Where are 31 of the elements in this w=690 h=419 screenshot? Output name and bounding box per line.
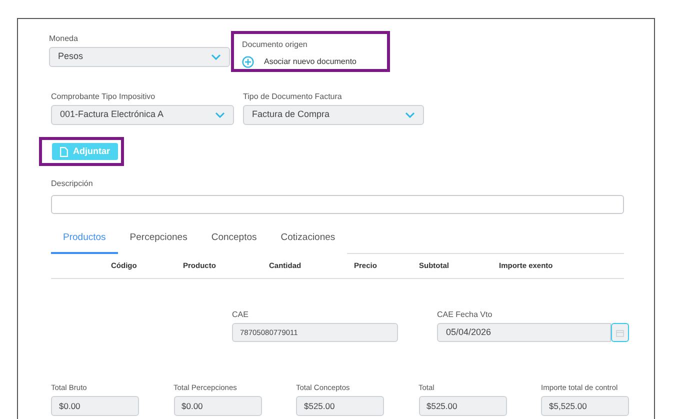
field-label: Comprobante Tipo Impositivo xyxy=(51,91,156,103)
total-field[interactable]: $0.00 xyxy=(174,396,262,416)
field-label: CAE Fecha Vto xyxy=(437,309,494,321)
field-label: Documento origen xyxy=(242,39,308,51)
plus-circle-icon xyxy=(242,56,254,68)
select-value: 001-Factura Electrónica A xyxy=(60,108,164,122)
field-label: Descripción xyxy=(51,178,94,190)
select-field[interactable]: Pesos xyxy=(49,47,230,67)
select-field[interactable]: Factura de Compra xyxy=(243,105,424,125)
select-value: Pesos xyxy=(58,50,84,64)
total-field[interactable]: $0.00 xyxy=(51,396,139,416)
total-field[interactable]: $5,525.00 xyxy=(541,396,629,416)
tab[interactable]: Percepciones xyxy=(118,224,200,254)
calendar-icon xyxy=(616,328,624,336)
tab[interactable]: Cotizaciones xyxy=(268,224,348,254)
total-field[interactable]: $525.00 xyxy=(296,396,384,416)
tab[interactable]: Conceptos xyxy=(199,224,269,254)
field-label: Moneda xyxy=(49,33,79,45)
associate-document-link[interactable]: Asociar nuevo documento xyxy=(242,56,356,68)
date-field[interactable]: 05/04/2026 xyxy=(437,323,611,342)
chevron-down-icon xyxy=(405,112,415,118)
total-field[interactable]: $525.00 xyxy=(418,396,506,416)
chevron-down-icon xyxy=(211,54,221,60)
description-field[interactable] xyxy=(51,194,624,214)
chevron-down-icon xyxy=(215,112,225,118)
document-icon xyxy=(60,146,68,156)
select-value: Factura de Compra xyxy=(252,108,330,122)
field-label: Tipo de Documento Factura xyxy=(243,91,343,103)
field-label: CAE xyxy=(232,309,250,321)
calendar-button[interactable] xyxy=(611,323,629,342)
select-field[interactable]: 001-Factura Electrónica A xyxy=(51,105,234,125)
